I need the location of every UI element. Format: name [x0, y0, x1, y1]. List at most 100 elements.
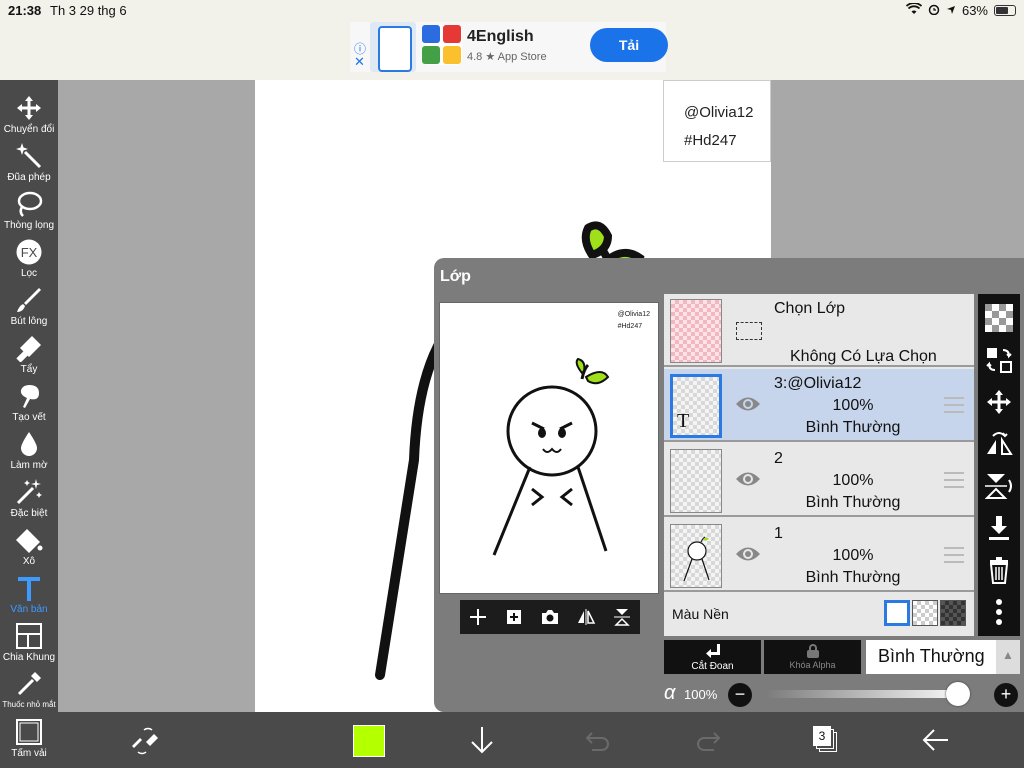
alpha-symbol: α [664, 682, 676, 704]
layer-swap-button[interactable] [985, 346, 1013, 374]
merge-down-button[interactable] [985, 514, 1013, 542]
smudge-icon [20, 385, 39, 408]
add-layer-button[interactable] [467, 606, 489, 628]
ad-phone-image [370, 22, 416, 72]
selection-layer-row[interactable]: Chọn Lớp Không Có Lựa Chọn [664, 294, 974, 367]
undo-button[interactable] [580, 724, 612, 756]
eye-icon[interactable] [734, 543, 762, 565]
layer-name: 1 [774, 525, 783, 542]
background-dark-swatch[interactable] [940, 600, 966, 626]
undo-icon [585, 732, 609, 751]
opacity-value: 100% [684, 687, 718, 702]
current-color-swatch[interactable] [353, 725, 385, 757]
opacity-slider-knob[interactable] [946, 682, 970, 706]
blend-mode-select[interactable]: Bình Thường [866, 640, 996, 674]
text-icon [18, 577, 40, 601]
duplicate-layer-icon [507, 610, 521, 624]
drag-handle-icon[interactable] [944, 472, 964, 488]
flip-layer-vertical-button[interactable] [984, 472, 1013, 500]
camera-import-button[interactable] [539, 606, 561, 628]
drag-handle-icon[interactable] [944, 547, 964, 563]
download-arrow-button[interactable] [466, 724, 498, 756]
redo-icon [697, 732, 721, 751]
lock-icon [806, 644, 819, 658]
redo-button[interactable] [694, 724, 726, 756]
layer-thumbnail [670, 524, 722, 588]
tool-blur[interactable]: Làm mờ [0, 426, 58, 474]
checkerboard-icon [985, 304, 1013, 332]
drag-handle-icon[interactable] [944, 397, 964, 413]
tool-filter[interactable]: FX Lọc [0, 234, 58, 282]
move-icon [987, 390, 1011, 414]
transparency-checker-button[interactable] [985, 304, 1013, 332]
eye-icon[interactable] [734, 393, 762, 415]
tool-lasso[interactable]: Thòng lọng [0, 186, 58, 234]
svg-text:FX: FX [21, 245, 38, 260]
arrow-left-icon [922, 729, 948, 751]
location-icon [946, 3, 956, 18]
battery-icon [994, 5, 1016, 16]
layer-name: 2 [774, 450, 783, 467]
ad-download-button[interactable]: Tải [590, 28, 668, 62]
more-options-button[interactable] [985, 598, 1013, 626]
arrow-down-icon [471, 727, 493, 754]
text-layer-badge: T [677, 410, 690, 432]
duplicate-layer-button[interactable] [503, 606, 525, 628]
flip-horizontal-icon [987, 432, 1013, 455]
tool-text[interactable]: Văn bản [0, 570, 58, 618]
clipping-button[interactable]: Cắt Đoan [664, 640, 761, 674]
tool-eyedropper[interactable]: Thuốc nhỏ mắt [0, 666, 58, 714]
move-layer-button[interactable] [985, 388, 1013, 416]
modify-tool-button[interactable] [128, 724, 160, 756]
layer-row[interactable]: 2 100% Bình Thường [664, 444, 974, 517]
opacity-increase-button[interactable]: + [994, 683, 1018, 707]
app-logo-icon [422, 25, 462, 65]
flip-vertical-icon [614, 609, 630, 626]
brush-eraser-swap-icon [132, 727, 158, 755]
delete-layer-button[interactable] [985, 556, 1013, 584]
battery-percent: 63% [961, 3, 988, 18]
tool-smudge[interactable]: Tạo vết [0, 378, 58, 426]
flip-horizontal-button[interactable] [575, 606, 597, 628]
selection-thumbnail [670, 299, 722, 363]
tool-transform[interactable]: Chuyển đổi [0, 90, 58, 138]
tool-eraser[interactable]: Tẩy [0, 330, 58, 378]
ad-close-icon[interactable]: ✕ [354, 54, 365, 70]
ad-rating: 4.8 ★ App Store [467, 51, 547, 63]
blend-mode-dropdown-arrow[interactable]: ▲ [996, 640, 1020, 674]
layer-row[interactable]: T 3:@Olivia12 100% Bình Thường [664, 369, 974, 442]
eye-icon[interactable] [734, 468, 762, 490]
ad-title: 4English [467, 28, 534, 45]
watermark-line2: #Hd247 [684, 132, 737, 149]
opacity-slider[interactable] [766, 682, 970, 706]
lasso-icon [17, 191, 43, 217]
flip-vertical-button[interactable] [611, 606, 633, 628]
blur-drop-icon [21, 432, 37, 456]
tool-canvas[interactable]: Tấm vải [0, 714, 58, 762]
canvas-icon [16, 719, 42, 745]
opacity-decrease-button[interactable]: − [728, 683, 752, 707]
background-white-swatch[interactable] [884, 600, 910, 626]
camera-icon [542, 610, 558, 624]
layers-button[interactable]: 3 [813, 726, 839, 754]
trash-icon [989, 557, 1009, 584]
alpha-lock-button[interactable]: Khóa Alpha [764, 640, 861, 674]
tool-special[interactable]: Đặc biệt [0, 474, 58, 522]
tool-bucket[interactable]: Xô [0, 522, 58, 570]
background-color-row: Màu Nền [664, 594, 974, 634]
brush-icon [17, 288, 41, 312]
layer-row[interactable]: 1 100% Bình Thường [664, 519, 974, 592]
flip-layer-horizontal-button[interactable] [985, 430, 1013, 458]
tool-frame-divider[interactable]: Chia Khung [0, 618, 58, 666]
background-transparent-swatch[interactable] [912, 600, 938, 626]
tool-magic-wand[interactable]: Đũa phép [0, 138, 58, 186]
ad-strip: ⓘ ✕ 4English 4.8 ★ App Store Tải [0, 22, 1024, 80]
tool-brush[interactable]: Bút lông [0, 282, 58, 330]
magic-wand-icon [16, 143, 42, 169]
ad-banner[interactable]: ⓘ ✕ 4English 4.8 ★ App Store Tải [350, 22, 668, 72]
canvas-watermark-text[interactable]: @Olivia12 #Hd247 [663, 80, 771, 162]
back-button[interactable] [920, 724, 952, 756]
background-color-label: Màu Nền [672, 606, 729, 622]
eyedropper-icon [17, 672, 41, 696]
preview-watermark: @Olivia12 #Hd247 [617, 311, 650, 330]
